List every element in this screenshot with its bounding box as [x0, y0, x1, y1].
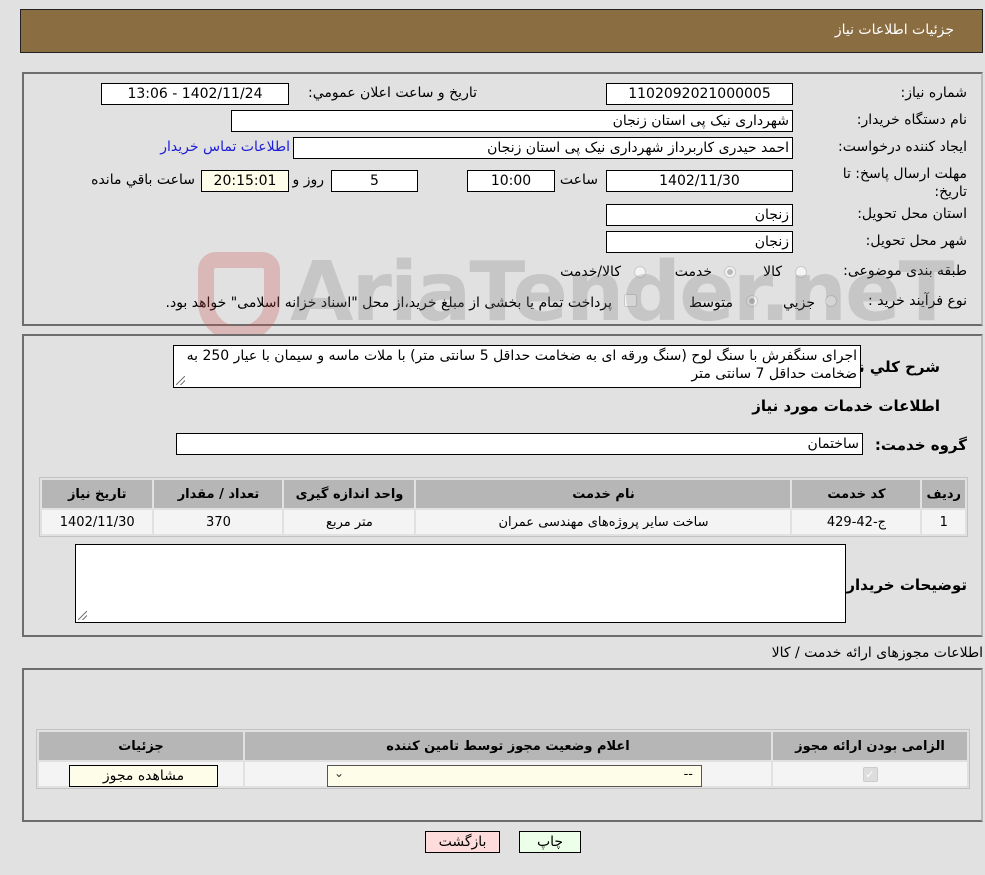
need-number-field: 1102092021000005	[606, 83, 793, 105]
col-row: ردیف	[922, 480, 965, 508]
permit-status-select[interactable]: -- ⌄	[327, 765, 702, 787]
cell-row: 1	[922, 510, 965, 534]
cell-service-name: ساخت سایر پروژه‌های مهندسی عمران	[416, 510, 791, 534]
col-quantity: تعداد / مقدار	[154, 480, 283, 508]
treasury-checkbox[interactable]	[624, 294, 637, 307]
announce-field: 1402/11/24 - 13:06	[101, 83, 289, 105]
category-option-goods-service: کالا/خدمت	[560, 264, 621, 280]
print-button[interactable]: چاپ	[519, 831, 581, 853]
deadline-label: مهلت ارسال پاسخ: تا تاریخ:	[842, 166, 967, 200]
process-radio-minor[interactable]	[825, 295, 837, 307]
buyer-org-field: شهرداری نیک پی استان زنجان	[231, 110, 793, 132]
col-service-name: نام خدمت	[416, 480, 791, 508]
treasury-note: پرداخت تمام یا بخشی از مبلغ خرید،از محل …	[165, 295, 612, 311]
resize-grip-icon[interactable]	[78, 611, 87, 620]
back-button[interactable]: بازگشت	[425, 831, 500, 853]
buyer-notes-label: توضیحات خریدار:	[840, 576, 967, 594]
service-group-field: ساختمان	[176, 433, 863, 455]
buyer-org-label: نام دستگاه خریدار:	[856, 112, 967, 128]
services-table-header: ردیف کد خدمت نام خدمت واحد اندازه گیری ت…	[42, 480, 965, 508]
cell-need-date: 1402/11/30	[42, 510, 153, 534]
cell-service-code: ج-42-429	[792, 510, 921, 534]
province-label: استان محل تحویل:	[857, 206, 967, 222]
requester-label: ایجاد کننده درخواست:	[838, 139, 967, 155]
col-permit-required: الزامی بودن ارائه مجوز	[773, 732, 967, 760]
category-radio-goods-service[interactable]	[634, 266, 646, 278]
page-header: جزئیات اطلاعات نیاز	[20, 9, 983, 53]
days-label: روز و	[292, 172, 325, 188]
col-permit-status: اعلام وضعیت مجوز توسط تامین کننده	[245, 732, 771, 760]
category-label: طبقه بندی موضوعی:	[843, 263, 967, 279]
cell-permit-required: ✓	[773, 762, 967, 786]
time-remaining-label: ساعت باقي مانده	[91, 172, 195, 188]
need-number-label: شماره نیاز:	[900, 85, 968, 101]
process-option-minor: جزيي	[783, 295, 815, 311]
services-table: ردیف کد خدمت نام خدمت واحد اندازه گیری ت…	[39, 477, 968, 537]
deadline-date-field: 1402/11/30	[606, 170, 793, 192]
requester-field: احمد حیدری کاربرداز شهرداری نیک پی استان…	[293, 137, 793, 159]
permit-status-value: --	[683, 767, 693, 782]
page-title: جزئیات اطلاعات نیاز	[834, 22, 954, 38]
chevron-down-icon: ⌄	[334, 766, 345, 780]
days-remaining-field: 5	[331, 170, 418, 192]
process-label: نوع فرآیند خرید :	[868, 293, 967, 309]
category-option-service: خدمت	[674, 264, 712, 280]
col-unit: واحد اندازه گیری	[284, 480, 415, 508]
col-need-date: تاریخ نیاز	[42, 480, 153, 508]
view-permit-button[interactable]: مشاهده مجوز	[69, 765, 218, 787]
buyer-notes-textarea[interactable]	[75, 544, 846, 623]
deadline-time-label: ساعت	[559, 172, 598, 188]
process-option-medium: متوسط	[689, 295, 733, 311]
buyer-contact-link[interactable]: اطلاعات تماس خریدار	[160, 139, 290, 155]
cell-unit: متر مربع	[284, 510, 415, 534]
table-row: 1 ج-42-429 ساخت سایر پروژه‌های مهندسی عم…	[42, 510, 965, 534]
services-title: اطلاعات خدمات مورد نیاز	[752, 397, 940, 415]
required-checkbox: ✓	[862, 766, 878, 782]
process-radio-medium[interactable]	[746, 295, 758, 307]
city-label: شهر محل تحویل:	[865, 233, 967, 249]
deadline-time-field: 10:00	[467, 170, 555, 192]
col-permit-details: جزئیات	[39, 732, 243, 760]
province-field: زنجان	[606, 204, 793, 226]
time-remaining-field: 20:15:01	[201, 170, 289, 192]
permits-table-header: الزامی بودن ارائه مجوز اعلام وضعیت مجوز …	[39, 732, 967, 760]
description-textarea[interactable]: اجرای سنگفرش با سنگ لوح (سنگ ورقه ای به …	[173, 345, 861, 388]
permits-title: اطلاعات مجوزهای ارائه خدمت / کالا	[771, 645, 983, 661]
category-option-goods: کالا	[763, 264, 782, 280]
announce-label: تاريخ و ساعت اعلان عمومي:	[308, 85, 477, 101]
description-text: اجرای سنگفرش با سنگ لوح (سنگ ورقه ای به …	[186, 348, 857, 382]
category-radio-service[interactable]	[724, 266, 736, 278]
col-service-code: کد خدمت	[792, 480, 921, 508]
service-group-label: گروه خدمت:	[874, 436, 967, 454]
cell-quantity: 370	[154, 510, 283, 534]
resize-grip-icon[interactable]	[176, 376, 185, 385]
city-field: زنجان	[606, 231, 793, 253]
category-radio-goods[interactable]	[795, 266, 807, 278]
